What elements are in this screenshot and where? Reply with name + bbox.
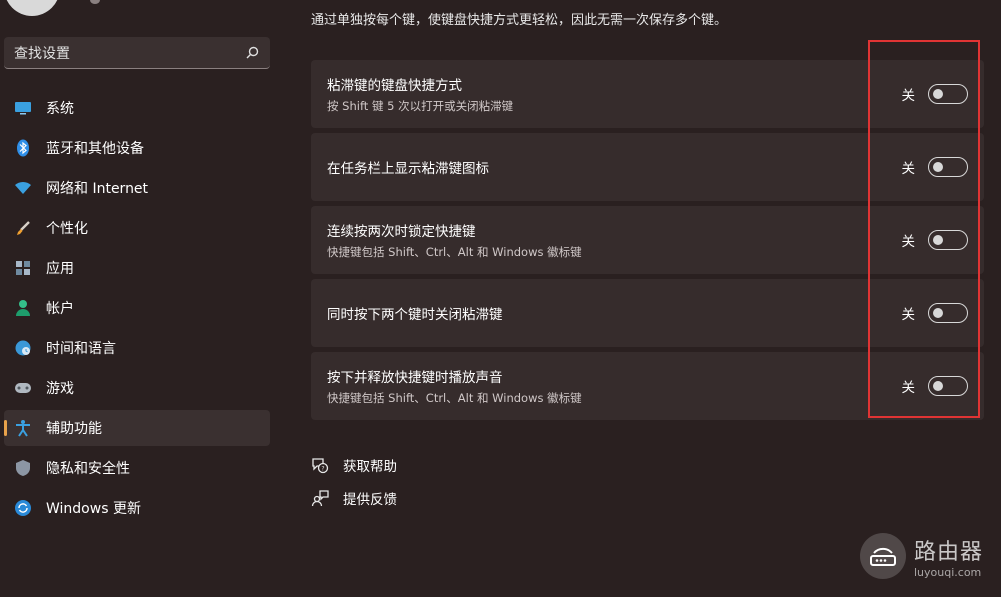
setting-title: 在任务栏上显示粘滞键图标: [327, 161, 489, 177]
setting-subtitle: 快捷键包括 Shift、Ctrl、Alt 和 Windows 徽标键: [327, 391, 582, 405]
sidebar-item-accessibility[interactable]: 辅助功能: [4, 410, 270, 446]
sidebar-item-windows-update[interactable]: Windows 更新: [4, 490, 270, 526]
wifi-icon: [14, 179, 32, 197]
router-icon: [860, 533, 906, 579]
page-description: 通过单独按每个键，使键盘快捷方式更轻松，因此无需一次保存多个键。: [311, 13, 728, 28]
sidebar-item-label: 网络和 Internet: [46, 181, 149, 197]
sidebar-item-label: 游戏: [46, 381, 74, 397]
watermark-url: luyouqi.com: [914, 565, 982, 579]
user-name-fragment: [90, 0, 100, 4]
globe-clock-icon: [14, 339, 32, 357]
avatar[interactable]: [4, 0, 60, 16]
person-icon: [14, 299, 32, 317]
watermark-name: 路由器: [914, 539, 984, 565]
get-help-label: 获取帮助: [343, 459, 397, 475]
sidebar-item-bluetooth[interactable]: 蓝牙和其他设备: [4, 130, 270, 166]
sidebar-item-label: 应用: [46, 261, 74, 277]
accessibility-icon: [14, 419, 32, 437]
sidebar-item-label: 辅助功能: [46, 421, 102, 437]
svg-text:?: ?: [321, 466, 324, 473]
setting-title: 同时按下两个键时关闭粘滞键: [327, 307, 503, 323]
sidebar-item-label: 个性化: [46, 221, 88, 237]
apps-icon: [14, 259, 32, 277]
sidebar-item-accounts[interactable]: 帐户: [4, 290, 270, 326]
sidebar-item-label: 帐户: [46, 301, 74, 317]
help-icon: ?: [312, 458, 329, 474]
sidebar-item-label: 系统: [46, 101, 74, 117]
paintbrush-icon: [14, 219, 32, 237]
give-feedback-label: 提供反馈: [343, 492, 397, 508]
display-icon: [14, 99, 32, 117]
sidebar-item-label: 蓝牙和其他设备: [46, 141, 144, 157]
sidebar-item-privacy[interactable]: 隐私和安全性: [4, 450, 270, 486]
search-input[interactable]: 查找设置: [4, 37, 270, 69]
sidebar-item-system[interactable]: 系统: [4, 90, 270, 126]
setting-subtitle: 快捷键包括 Shift、Ctrl、Alt 和 Windows 徽标键: [327, 245, 582, 259]
setting-title: 粘滞键的键盘快捷方式: [327, 78, 462, 94]
setting-subtitle: 按 Shift 键 5 次以打开或关闭粘滞键: [327, 99, 514, 113]
bluetooth-icon: [14, 139, 32, 157]
search-icon[interactable]: [244, 45, 260, 61]
sidebar-item-network[interactable]: 网络和 Internet: [4, 170, 270, 206]
update-icon: [14, 499, 32, 517]
get-help-link[interactable]: ? 获取帮助: [311, 455, 397, 475]
setting-title: 按下并释放快捷键时播放声音: [327, 370, 503, 386]
shield-icon: [14, 459, 32, 477]
setting-title: 连续按两次时锁定快捷键: [327, 224, 476, 240]
watermark: 路由器 luyouqi.com: [860, 533, 983, 579]
gamepad-icon: [14, 379, 32, 397]
feedback-icon: [311, 490, 329, 507]
sidebar-item-personalization[interactable]: 个性化: [4, 210, 270, 246]
sidebar-item-label: 时间和语言: [46, 341, 116, 357]
give-feedback-link[interactable]: 提供反馈: [311, 488, 397, 508]
annotation-highlight-box: [868, 40, 980, 418]
sidebar-item-gaming[interactable]: 游戏: [4, 370, 270, 406]
sidebar-item-apps[interactable]: 应用: [4, 250, 270, 286]
sidebar-item-time-language[interactable]: 时间和语言: [4, 330, 270, 366]
search-placeholder: 查找设置: [14, 45, 70, 62]
sidebar-item-label: Windows 更新: [46, 501, 141, 517]
sidebar-item-label: 隐私和安全性: [46, 461, 130, 477]
sidebar-nav: 系统 蓝牙和其他设备 网络和 Internet 个性化 应用 帐户 时间和语言 …: [4, 90, 270, 530]
